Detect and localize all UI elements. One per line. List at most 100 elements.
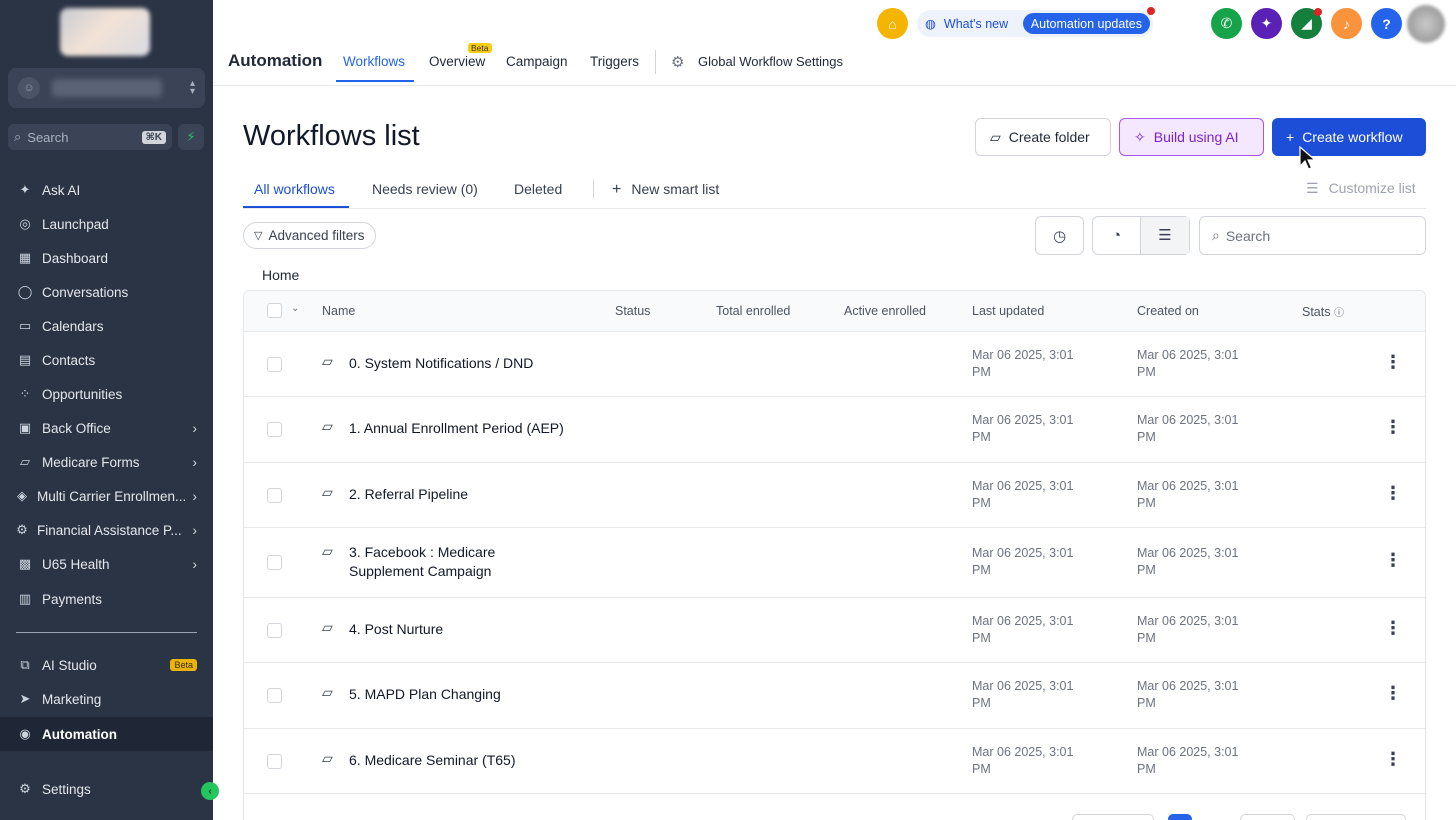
pagination-next-button[interactable]: [1240, 814, 1295, 820]
column-stats[interactable]: Stats ⓘ: [1302, 304, 1344, 319]
sidebar-item-ai-studio[interactable]: ⧉ AI Studio Beta: [0, 650, 213, 680]
bell-icon[interactable]: ♪: [1331, 8, 1362, 39]
sidebar-item-settings[interactable]: ⚙ Settings: [0, 774, 213, 804]
create-workflow-button[interactable]: + Create workflow: [1272, 118, 1426, 156]
kebab-menu-icon[interactable]: ⋮: [1384, 618, 1402, 639]
help-icon[interactable]: ?: [1371, 8, 1402, 39]
row-name[interactable]: 0. System Notifications / DND: [349, 354, 589, 373]
column-last-updated[interactable]: Last updated: [972, 304, 1044, 318]
row-checkbox[interactable]: [267, 688, 282, 703]
row-name[interactable]: 3. Facebook : Medicare Supplement Campai…: [349, 543, 529, 581]
tab-overview[interactable]: Overview: [429, 54, 485, 69]
chevron-down-icon[interactable]: ⌄: [291, 303, 299, 314]
column-status[interactable]: Status: [615, 304, 650, 318]
row-name[interactable]: 4. Post Nurture: [349, 620, 589, 639]
row-checkbox[interactable]: [267, 422, 282, 437]
account-switcher[interactable]: ☺ ▴ ▾: [8, 68, 205, 108]
kebab-menu-icon[interactable]: ⋮: [1384, 683, 1402, 704]
sidebar-item-launchpad[interactable]: ◎ Launchpad: [0, 209, 213, 239]
list-view-icon[interactable]: ☰: [1141, 217, 1189, 254]
create-folder-button[interactable]: ▱ Create folder: [975, 118, 1111, 156]
table-row[interactable]: ▱ 0. System Notifications / DND Mar 06 2…: [244, 332, 1425, 397]
tab-workflows[interactable]: Workflows: [343, 54, 405, 69]
row-checkbox[interactable]: [267, 488, 282, 503]
history-toggle-button[interactable]: ◷: [1035, 216, 1084, 255]
column-total-enrolled[interactable]: Total enrolled: [716, 304, 790, 318]
sidebar-item-payments[interactable]: ▥ Payments: [0, 584, 213, 614]
gear-icon: ⚙: [16, 522, 28, 537]
kebab-menu-icon[interactable]: ⋮: [1384, 483, 1402, 504]
company-logo[interactable]: [60, 8, 150, 56]
sidebar-item-opportunities[interactable]: ⁘ Opportunities: [0, 379, 213, 409]
page-size-select[interactable]: [1306, 814, 1406, 820]
table-row[interactable]: ▱ 5. MAPD Plan Changing Mar 06 2025, 3:0…: [244, 663, 1425, 729]
sidebar-item-financial-assistance[interactable]: ⚙ Financial Assistance P... ›: [0, 515, 213, 545]
advanced-filters-button[interactable]: ▽ Advanced filters: [243, 222, 376, 249]
row-checkbox[interactable]: [267, 754, 282, 769]
sidebar: ☺ ▴ ▾ ⌕ Search ⌘K ⚡ ✦ Ask AI ◎ Launchpad ▦ D…: [0, 0, 219, 820]
sidebar-item-conversations[interactable]: ◯ Conversations: [0, 277, 213, 307]
kebab-menu-icon[interactable]: ⋮: [1384, 749, 1402, 770]
phone-icon[interactable]: ✆: [1211, 8, 1242, 39]
table-row[interactable]: ▱ 3. Facebook : Medicare Supplement Camp…: [244, 528, 1425, 598]
sidebar-item-contacts[interactable]: ▤ Contacts: [0, 345, 213, 375]
sidebar-item-calendars[interactable]: ▭ Calendars: [0, 311, 213, 341]
sidebar-item-back-office[interactable]: ▣ Back Office ›: [0, 413, 213, 443]
subtab-needs-review[interactable]: Needs review (0): [372, 181, 478, 197]
kebab-menu-icon[interactable]: ⋮: [1384, 352, 1402, 373]
table-row[interactable]: ▱ 6. Medicare Seminar (T65) Mar 06 2025,…: [244, 729, 1425, 794]
row-checkbox[interactable]: [267, 555, 282, 570]
row-checkbox[interactable]: [267, 623, 282, 638]
column-created-on[interactable]: Created on: [1137, 304, 1199, 318]
row-last-updated: Mar 06 2025, 3:01 PM: [972, 546, 1074, 577]
build-using-ai-button[interactable]: ✧ Build using AI: [1119, 118, 1264, 156]
row-name[interactable]: 5. MAPD Plan Changing: [349, 685, 589, 704]
row-name[interactable]: 6. Medicare Seminar (T65): [349, 751, 589, 770]
kebab-menu-icon[interactable]: ⋮: [1384, 417, 1402, 438]
user-avatar[interactable]: [1407, 5, 1445, 43]
sidebar-item-u65-health[interactable]: ▩ U65 Health ›: [0, 549, 213, 579]
sidebar-item-marketing[interactable]: ➤ Marketing: [0, 684, 213, 714]
pagination-prev-button[interactable]: [1072, 814, 1154, 820]
kebab-menu-icon[interactable]: ⋮: [1384, 550, 1402, 571]
new-smart-list-button[interactable]: + New smart list: [612, 181, 719, 199]
sidebar-item-automation[interactable]: ◉ Automation: [0, 717, 213, 751]
breadcrumb[interactable]: Home: [262, 267, 299, 283]
chevron-right-icon: ›: [192, 522, 197, 538]
tab-global-workflow-settings[interactable]: Global Workflow Settings: [698, 54, 843, 69]
collapse-sidebar-icon[interactable]: ‹: [201, 782, 219, 800]
row-created-on: Mar 06 2025, 3:01 PM: [1137, 348, 1239, 379]
clock-view-icon[interactable]: ◔: [1093, 217, 1141, 254]
home-icon[interactable]: ⌂: [877, 8, 908, 39]
table-row[interactable]: ▱ 1. Annual Enrollment Period (AEP) Mar …: [244, 397, 1425, 463]
workflows-table: ⌄ Name Status Total enrolled Active enro…: [243, 290, 1426, 820]
workflow-search[interactable]: ⌕: [1199, 216, 1426, 255]
select-all-checkbox[interactable]: [267, 303, 282, 318]
table-row[interactable]: ▱ 4. Post Nurture Mar 06 2025, 3:01 PM M…: [244, 598, 1425, 663]
quick-action-bolt-icon[interactable]: ⚡: [178, 124, 204, 150]
row-name[interactable]: 1. Annual Enrollment Period (AEP): [349, 419, 589, 438]
customize-list-button[interactable]: ☰ Customize list: [1306, 180, 1416, 197]
folder-icon: ▱: [322, 418, 333, 434]
row-name[interactable]: 2. Referral Pipeline: [349, 485, 589, 504]
tab-triggers[interactable]: Triggers: [590, 54, 639, 69]
subtab-deleted[interactable]: Deleted: [514, 181, 562, 197]
sidebar-item-multi-carrier[interactable]: ◈ Multi Carrier Enrollmen... ›: [0, 481, 213, 511]
sidebar-item-ask-ai[interactable]: ✦ Ask AI: [0, 175, 213, 205]
automation-updates-pill[interactable]: Automation updates: [1022, 13, 1150, 34]
ai-sparkle-icon[interactable]: ✦: [1251, 8, 1282, 39]
whats-new-banner[interactable]: ◍ What's new Automation updates: [917, 7, 1155, 37]
megaphone-icon[interactable]: ◢: [1291, 8, 1322, 39]
subtab-all-workflows[interactable]: All workflows: [254, 181, 335, 197]
table-row[interactable]: ▱ 2. Referral Pipeline Mar 06 2025, 3:01…: [244, 463, 1425, 528]
column-active-enrolled[interactable]: Active enrolled: [844, 304, 926, 318]
sidebar-item-dashboard[interactable]: ▦ Dashboard: [0, 243, 213, 273]
tab-campaign[interactable]: Campaign: [506, 54, 568, 69]
pagination-page-button[interactable]: [1168, 814, 1192, 820]
sidebar-item-medicare-forms[interactable]: ▱ Medicare Forms ›: [0, 447, 213, 477]
row-checkbox[interactable]: [267, 357, 282, 372]
workflow-search-input[interactable]: [1225, 227, 1396, 244]
build-using-ai-label: Build using AI: [1153, 129, 1239, 145]
column-name[interactable]: Name: [322, 304, 355, 318]
sidebar-search[interactable]: ⌕ Search ⌘K: [8, 124, 172, 150]
